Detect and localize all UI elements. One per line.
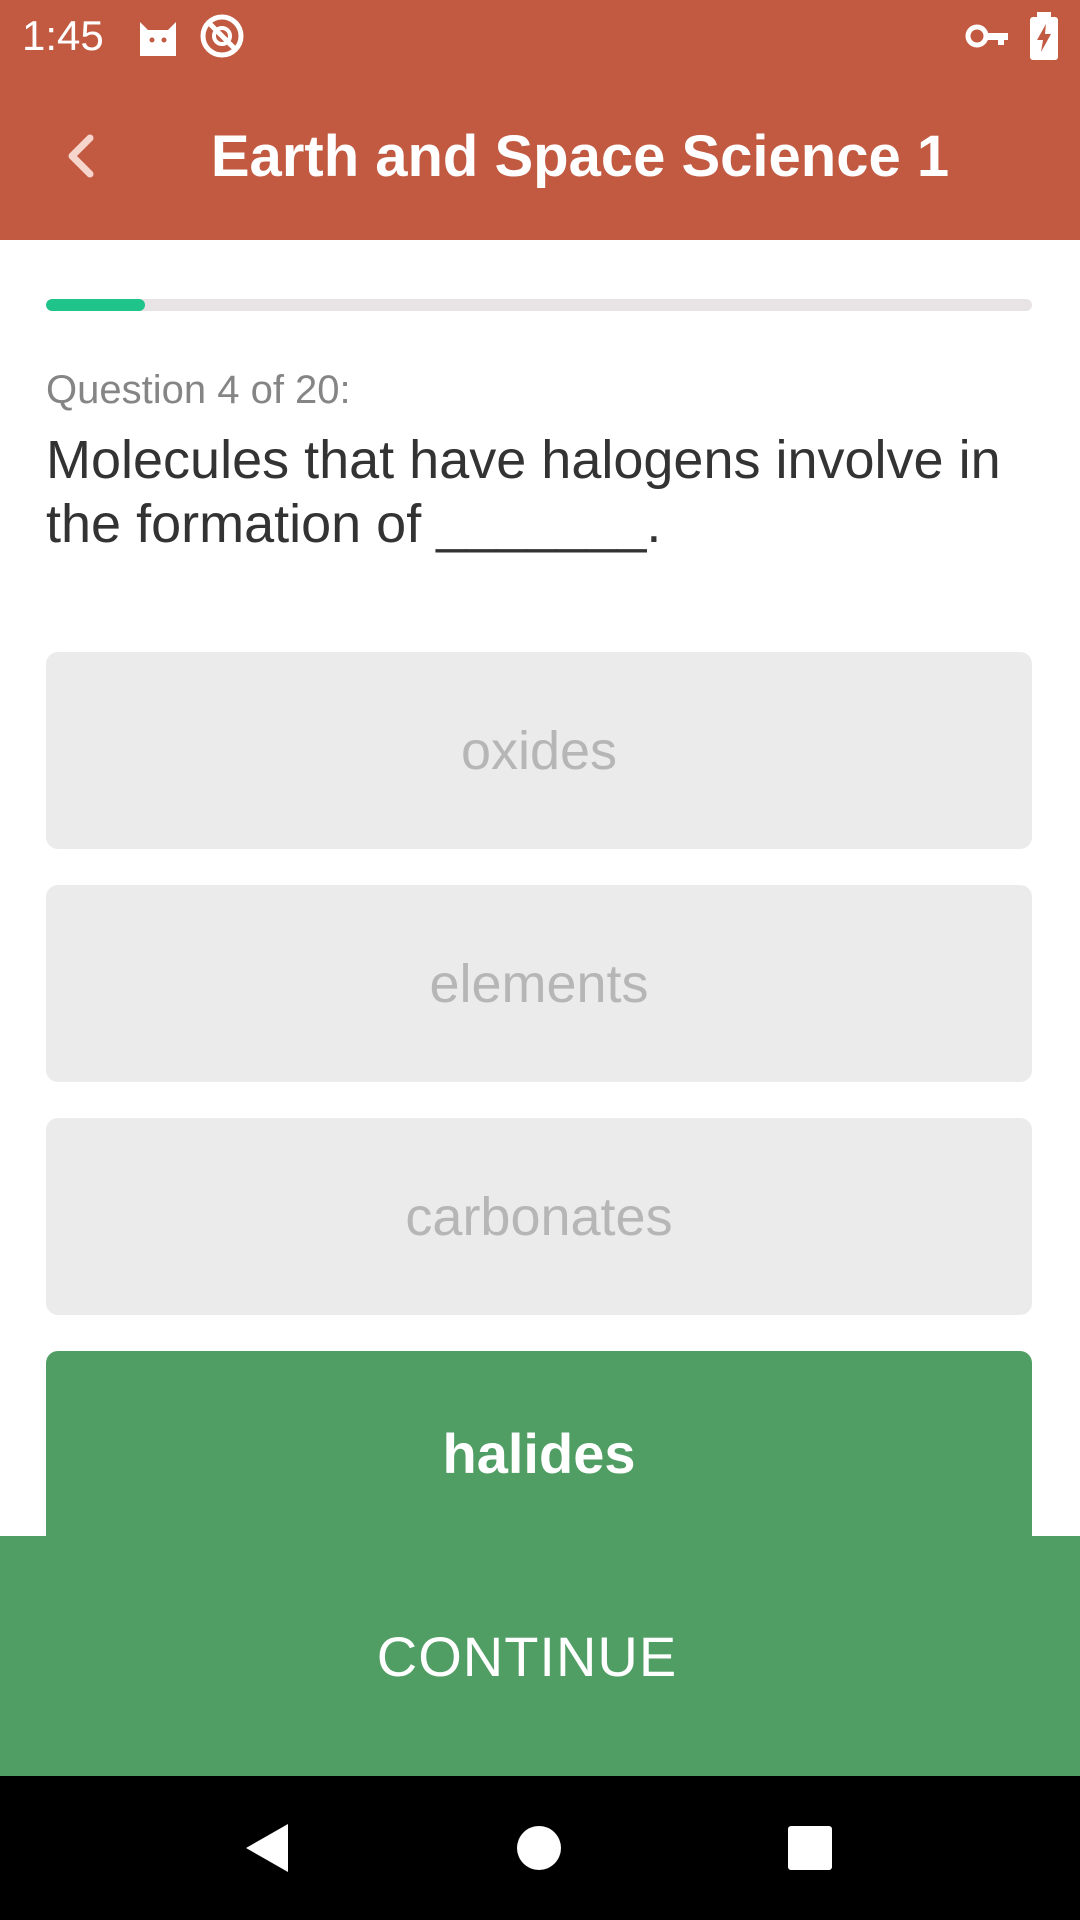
- answer-option-label: oxides: [460, 720, 618, 781]
- question-text: Molecules that have halogens involve in …: [46, 430, 1001, 554]
- nav-back-icon: [246, 1824, 288, 1872]
- quiz-progress-fill: [46, 299, 145, 311]
- system-nav-bar: [0, 1776, 1080, 1920]
- answer-option-elements[interactable]: elements: [46, 885, 1032, 1082]
- app-bar: Earth and Space Science 1: [0, 72, 1080, 240]
- chevron-left-icon: [68, 134, 94, 178]
- answer-option-label: halides: [442, 1422, 636, 1485]
- nav-home-button[interactable]: [497, 1806, 581, 1890]
- answer-option-carbonates[interactable]: carbonates: [46, 1118, 1032, 1315]
- answer-option-oxides[interactable]: oxides: [46, 652, 1032, 849]
- nav-home-icon: [517, 1826, 561, 1870]
- nav-recents-icon: [788, 1826, 832, 1870]
- status-time: 1:45: [22, 12, 104, 59]
- question-counter: Question 4 of 20:: [46, 368, 351, 412]
- page-title: Earth and Space Science 1: [210, 124, 950, 189]
- answer-option-label: elements: [429, 953, 649, 1014]
- back-button[interactable]: [40, 114, 124, 198]
- nav-recents-button[interactable]: [768, 1806, 852, 1890]
- continue-button[interactable]: CONTINUE: [0, 1536, 1080, 1776]
- quiz-progress-bar: [46, 299, 1032, 311]
- cat-icon: [140, 22, 176, 56]
- nav-back-button[interactable]: [226, 1806, 310, 1890]
- answer-option-label: carbonates: [405, 1186, 673, 1247]
- no-disturb-icon: [200, 14, 244, 58]
- vpn-key-icon: [965, 24, 1008, 48]
- continue-label: CONTINUE: [376, 1624, 678, 1688]
- status-bar: 1:45: [0, 0, 1080, 72]
- battery-charging-icon: [1030, 12, 1058, 60]
